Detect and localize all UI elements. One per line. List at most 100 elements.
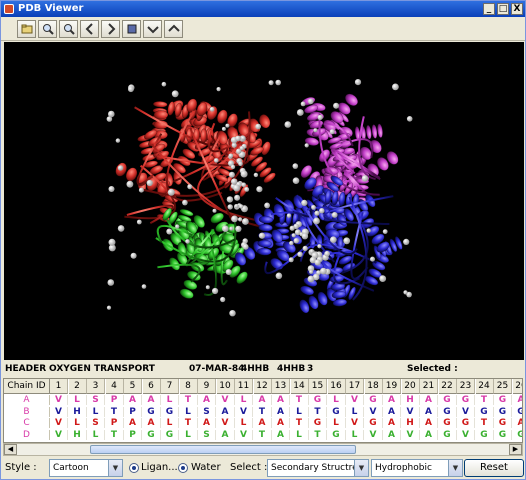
residue-cell[interactable]: G	[143, 429, 161, 440]
residue-cell[interactable]: V	[346, 418, 364, 428]
residue-cell[interactable]: V	[457, 429, 475, 440]
residue-cell[interactable]: G	[513, 407, 522, 417]
residue-cell[interactable]: P	[124, 406, 142, 417]
residue-cell[interactable]: G	[439, 418, 457, 428]
residue-cell[interactable]: T	[180, 395, 198, 405]
residue-cell[interactable]: V	[235, 406, 253, 417]
scroll-left-arrow[interactable]: ◀	[4, 444, 17, 455]
residue-cell[interactable]: T	[476, 395, 494, 405]
residue-cell[interactable]: V	[217, 418, 235, 428]
residue-cell[interactable]: T	[291, 395, 309, 405]
residue-cell[interactable]: A	[420, 406, 438, 417]
residue-cell[interactable]: V	[402, 406, 420, 417]
residue-cell[interactable]: L	[161, 395, 179, 405]
residue-cell[interactable]: A	[420, 395, 438, 405]
style-select[interactable]: Cartoon ▼	[49, 459, 123, 477]
minimize-button[interactable]: _	[483, 3, 495, 15]
residue-cell[interactable]: A	[124, 418, 142, 428]
chain-id-cell[interactable]: C	[4, 418, 50, 428]
residue-cell[interactable]: A	[383, 429, 401, 440]
residue-cell[interactable]: H	[69, 406, 87, 417]
residue-cell[interactable]: G	[365, 395, 383, 405]
stop-button[interactable]	[122, 20, 141, 38]
residue-cell[interactable]: G	[494, 418, 512, 428]
chevron-down-icon[interactable]: ▼	[108, 460, 122, 476]
residue-cell[interactable]: V	[235, 429, 253, 440]
residue-cell[interactable]: S	[87, 418, 105, 428]
residue-cell[interactable]: A	[420, 418, 438, 428]
residue-cell[interactable]: A	[143, 418, 161, 428]
residue-cell[interactable]: L	[235, 395, 253, 405]
residue-cell[interactable]: G	[309, 418, 327, 428]
residue-cell[interactable]: V	[217, 395, 235, 405]
residue-cell[interactable]: V	[50, 429, 68, 440]
residue-cell[interactable]: A	[254, 418, 272, 428]
chain-id-cell[interactable]: B	[4, 406, 50, 417]
residue-cell[interactable]: A	[420, 429, 438, 440]
residue-cell[interactable]: T	[476, 418, 494, 428]
residue-cell[interactable]: A	[272, 395, 290, 405]
zoom-out-button[interactable]	[59, 20, 78, 38]
residue-cell[interactable]: G	[365, 418, 383, 428]
residue-cell[interactable]: L	[346, 406, 364, 417]
sequence-horizontal-scrollbar[interactable]: ◀ ▶	[3, 443, 523, 456]
residue-cell[interactable]: L	[346, 429, 364, 440]
residue-cell[interactable]: L	[180, 406, 198, 417]
molecule-viewport[interactable]	[4, 42, 524, 360]
residue-cell[interactable]: S	[87, 395, 105, 405]
residue-cell[interactable]: V	[50, 418, 68, 428]
residue-cell[interactable]: V	[365, 406, 383, 417]
residue-cell[interactable]: L	[328, 418, 346, 428]
previous-button[interactable]	[80, 20, 99, 38]
residue-cell[interactable]: A	[383, 418, 401, 428]
residue-cell[interactable]: G	[494, 429, 512, 440]
residue-cell[interactable]: P	[106, 395, 124, 405]
residue-cell[interactable]: G	[439, 406, 457, 417]
residue-cell[interactable]: S	[198, 406, 216, 417]
residue-cell[interactable]: G	[494, 395, 512, 405]
chain-id-cell[interactable]: D	[4, 429, 50, 440]
residue-cell[interactable]: A	[383, 395, 401, 405]
residue-cell[interactable]: A	[198, 418, 216, 428]
molecule-render[interactable]	[4, 42, 524, 360]
residue-cell[interactable]: V	[50, 395, 68, 405]
residue-cell[interactable]: G	[457, 395, 475, 405]
residue-cell[interactable]: L	[180, 429, 198, 440]
residue-cell[interactable]: L	[69, 418, 87, 428]
residue-cell[interactable]: P	[124, 429, 142, 440]
residue-cell[interactable]: T	[291, 418, 309, 428]
residue-cell[interactable]: A	[383, 406, 401, 417]
residue-cell[interactable]: L	[69, 395, 87, 405]
residue-cell[interactable]: A	[198, 395, 216, 405]
select-mode-select[interactable]: Secondary Structre ▼	[267, 459, 369, 477]
residue-cell[interactable]: G	[328, 406, 346, 417]
reset-button[interactable]: Reset	[464, 459, 524, 477]
residue-cell[interactable]: A	[272, 418, 290, 428]
residue-cell[interactable]: T	[106, 429, 124, 440]
residue-cell[interactable]: A	[254, 395, 272, 405]
residue-cell[interactable]: A	[272, 406, 290, 417]
residue-cell[interactable]: T	[254, 406, 272, 417]
residue-cell[interactable]: H	[402, 395, 420, 405]
up-button[interactable]	[164, 20, 183, 38]
down-button[interactable]	[143, 20, 162, 38]
title-bar[interactable]: PDB Viewer _ □ X	[1, 1, 525, 17]
residue-cell[interactable]: A	[272, 429, 290, 440]
residue-cell[interactable]: A	[143, 395, 161, 405]
residue-cell[interactable]: A	[513, 395, 522, 405]
residue-cell[interactable]: L	[235, 418, 253, 428]
residue-cell[interactable]: G	[143, 406, 161, 417]
residue-cell[interactable]: V	[365, 429, 383, 440]
residue-cell[interactable]: G	[439, 395, 457, 405]
ligand-radio[interactable]	[129, 463, 139, 473]
residue-cell[interactable]: G	[161, 429, 179, 440]
residue-cell[interactable]: H	[402, 418, 420, 428]
chain-id-cell[interactable]: A	[4, 395, 50, 405]
residue-cell[interactable]: G	[309, 395, 327, 405]
residue-cell[interactable]: G	[476, 406, 494, 417]
residue-cell[interactable]: H	[69, 429, 87, 440]
residue-cell[interactable]: L	[161, 418, 179, 428]
residue-cell[interactable]: G	[328, 429, 346, 440]
residue-cell[interactable]: V	[402, 429, 420, 440]
residue-cell[interactable]: G	[457, 418, 475, 428]
